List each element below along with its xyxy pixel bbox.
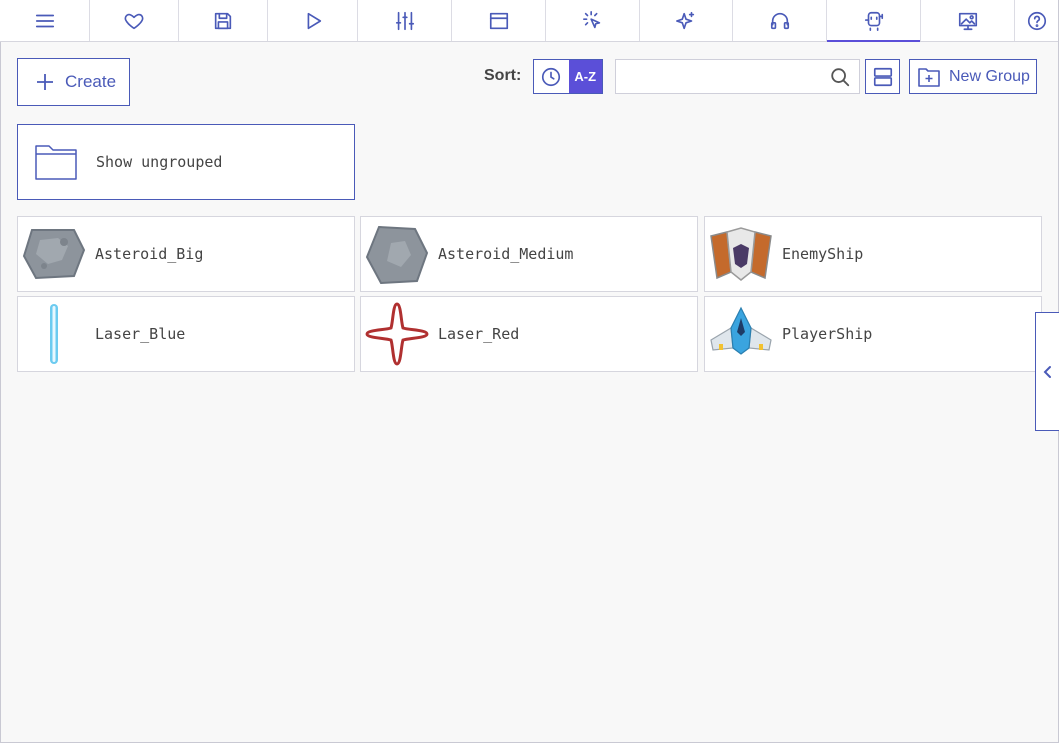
search-field[interactable] [615,59,860,94]
tab-menu[interactable] [0,0,90,41]
tab-backgrounds[interactable] [921,0,1015,41]
tab-textures[interactable] [827,0,921,42]
tab-play[interactable] [268,0,358,41]
new-group-button[interactable]: New Group [909,59,1037,94]
side-panel-toggle[interactable] [1035,312,1059,431]
clock-icon [542,67,561,86]
tab-sounds[interactable] [733,0,827,41]
sort-toggle: A-Z [533,59,603,94]
help-icon [1027,11,1046,30]
tab-rooms[interactable] [452,0,546,41]
asset-name: Asteroid_Big [95,245,204,263]
show-ungrouped-button[interactable]: Show ungrouped [17,124,355,200]
save-icon [214,12,232,29]
sliders-icon [395,11,414,30]
player-ship-sprite [709,302,773,366]
tab-settings[interactable] [358,0,452,41]
asset-card[interactable]: Asteroid_Medium [360,216,698,292]
tab-effects[interactable] [640,0,733,41]
tab-favorites[interactable] [90,0,179,41]
asset-name: Asteroid_Medium [438,245,574,263]
headphones-icon [770,12,789,29]
list-layout-icon [873,67,892,86]
plus-icon [37,74,53,90]
search-input[interactable] [624,60,828,93]
asteroid-big-sprite [22,222,86,286]
new-group-label: New Group [949,67,1030,85]
laser-red-sprite [365,302,429,366]
asset-name: Laser_Red [438,325,520,343]
room-icon [489,12,508,29]
asset-card[interactable]: Asteroid_Big [17,216,355,292]
tab-help[interactable] [1015,0,1058,41]
top-toolbar [0,0,1058,42]
asset-card[interactable]: EnemyShip [704,216,1042,292]
search-icon[interactable] [829,66,851,88]
play-icon [307,12,321,29]
menu-icon [35,14,54,27]
laser-blue-sprite [22,302,86,366]
asset-card[interactable]: Laser_Red [360,296,698,372]
create-button-label: Create [65,72,117,91]
ungrouped-label: Show ungrouped [96,153,223,171]
enemy-ship-sprite [709,222,773,286]
asset-name: EnemyShip [782,245,864,263]
sort-label: Sort: [484,67,522,84]
layout-toggle-button[interactable] [865,59,900,94]
folder-icon [35,145,77,180]
asteroid-medium-sprite [365,222,429,286]
asset-name: PlayerShip [782,325,873,343]
asset-name: Laser_Blue [95,325,186,343]
folder-plus-icon [918,67,940,87]
sparkles-icon [676,11,695,29]
create-button[interactable]: Create [17,58,130,106]
image-monitor-icon [958,12,977,30]
cursor-click-icon [582,10,600,28]
robot-icon [864,11,883,31]
asset-card[interactable]: Laser_Blue [17,296,355,372]
sort-alphabetical-button[interactable]: A-Z [568,60,602,93]
sort-by-date-button[interactable] [534,60,569,93]
tab-save[interactable] [179,0,268,41]
heart-icon [124,13,144,29]
chevron-left-icon [1043,365,1051,378]
tab-ui[interactable] [546,0,640,41]
asset-card[interactable]: PlayerShip [704,296,1042,372]
